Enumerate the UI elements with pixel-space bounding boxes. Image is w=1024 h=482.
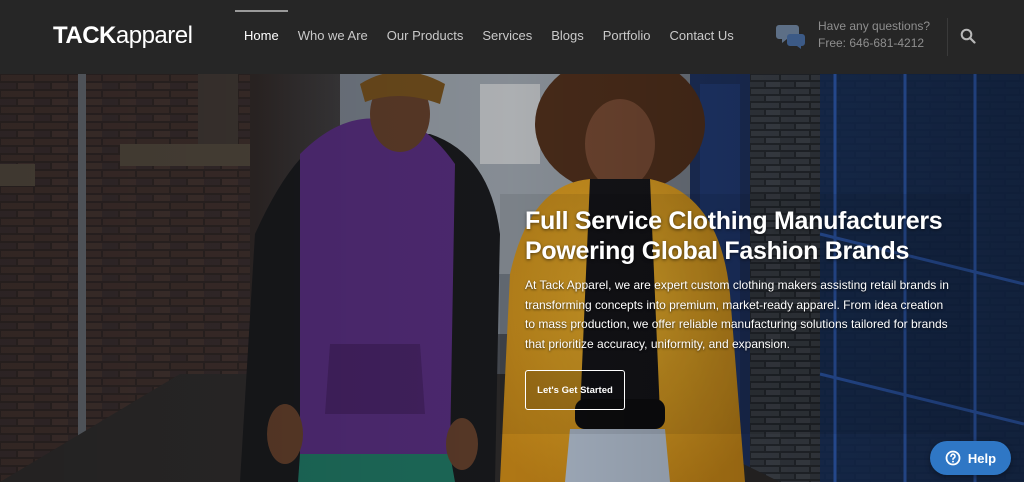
nav-item-who-we-are[interactable]: Who we Are — [298, 0, 368, 74]
help-label: Help — [967, 450, 997, 466]
hero-description: At Tack Apparel, we are expert custom cl… — [525, 278, 949, 351]
nav-item-home[interactable]: Home — [235, 0, 288, 74]
search-icon[interactable] — [960, 28, 976, 44]
hero-title-line-2: Powering Global Fashion Brands — [525, 237, 910, 265]
nav-item-contact-us[interactable]: Contact Us — [669, 0, 733, 74]
brand-logo[interactable]: TACKapparel — [53, 22, 193, 50]
contact-question: Have any questions? — [818, 19, 931, 33]
get-started-button[interactable]: Let's Get Started — [525, 370, 625, 410]
hero-title-line-1: Full Service Clothing Manufacturers — [525, 207, 943, 235]
header-divider — [947, 18, 948, 56]
hero-title: Full Service Clothing Manufacturers Powe… — [525, 206, 1005, 266]
hero-section: Full Service Clothing Manufacturers Powe… — [0, 74, 1024, 482]
logo-bold-text: TACK — [53, 22, 116, 49]
contact-phone[interactable]: Free: 646-681-4212 — [818, 35, 930, 51]
logo-thin-text: apparel — [115, 22, 193, 49]
contact-info: Have any questions? Free: 646-681-4212 — [776, 18, 930, 58]
help-button[interactable]: Help — [930, 441, 1011, 475]
site-header: TACKapparel Home Who we Are Our Products… — [0, 0, 1024, 74]
nav-item-blogs[interactable]: Blogs — [551, 0, 584, 74]
chat-bubbles-icon — [776, 25, 805, 49]
nav-item-our-products[interactable]: Our Products — [387, 0, 464, 74]
nav-item-services[interactable]: Services — [482, 0, 532, 74]
main-nav: Home Who we Are Our Products Services Bl… — [235, 0, 753, 74]
question-circle-icon — [945, 450, 961, 466]
nav-item-portfolio[interactable]: Portfolio — [603, 0, 651, 74]
